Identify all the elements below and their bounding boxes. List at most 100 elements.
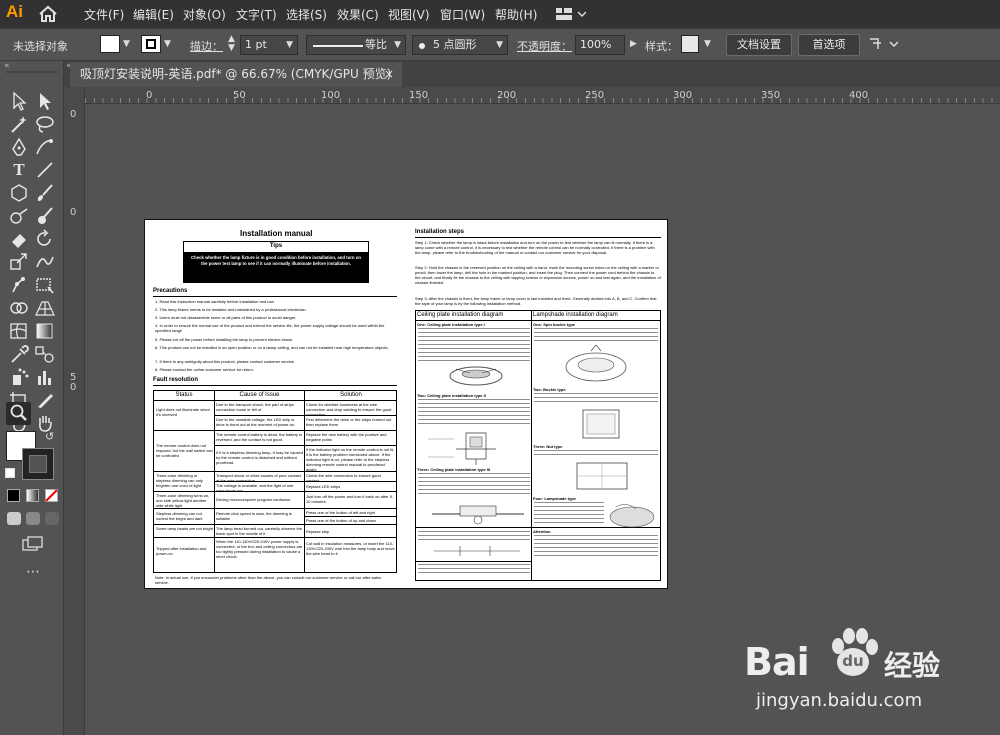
- artboard[interactable]: Installation manual Tips Check whether t…: [144, 219, 668, 589]
- opacity-field[interactable]: 100%: [575, 35, 625, 55]
- step-text: Step 2: Hold the chassis in the reserved…: [415, 265, 661, 285]
- close-tab-icon[interactable]: ×: [384, 62, 394, 87]
- line-segment-tool-icon[interactable]: [34, 160, 56, 180]
- eraser-tool-icon[interactable]: [8, 229, 30, 249]
- stroke-weight-field[interactable]: 1 pt ▼: [240, 35, 298, 55]
- watermark-bai: Bai: [744, 640, 810, 684]
- opacity-label[interactable]: 不透明度：: [517, 38, 572, 54]
- rotate-tool-icon[interactable]: [34, 229, 56, 249]
- watermark-jingyan: 经验: [884, 649, 941, 682]
- divider: [153, 296, 397, 297]
- lampshade-subtitle: One: Spin buckle type: [533, 322, 576, 327]
- fault-table: Status Cause of Issue Solution Light doe…: [153, 390, 397, 573]
- menu-effect[interactable]: 效果(C): [337, 6, 379, 23]
- symbol-sprayer-tool-icon[interactable]: [8, 367, 30, 387]
- lampshade-diagram-image: [561, 406, 641, 444]
- brush-definition[interactable]: 5 点圆形 ▼: [412, 35, 508, 55]
- style-swatch[interactable]: [681, 35, 699, 53]
- menu-window[interactable]: 窗口(W): [440, 6, 485, 23]
- document-setup-button[interactable]: 文档设置: [726, 34, 792, 56]
- fault-cell: Replace the new battery with the positiv…: [306, 432, 387, 442]
- free-transform-tool-icon[interactable]: [34, 275, 56, 295]
- lampshade-subtitle: Three: Nut type: [533, 444, 563, 449]
- v-ruler-label: 0: [70, 207, 77, 218]
- scale-tool-icon[interactable]: [8, 252, 30, 272]
- more-tools-icon[interactable]: ⋯: [26, 564, 41, 580]
- chevron-down-icon[interactable]: ▼: [164, 39, 171, 49]
- warp-tool-icon[interactable]: [34, 252, 56, 272]
- curvature-tool-icon[interactable]: [34, 137, 56, 157]
- tips-text: Check whether the lamp fixture is in goo…: [191, 255, 361, 266]
- panel-grip[interactable]: [6, 71, 58, 73]
- menu-edit[interactable]: 编辑(E): [133, 6, 174, 23]
- collapse-panel-icon[interactable]: «: [4, 61, 10, 71]
- variable-width-profile[interactable]: 等比 ▼: [306, 35, 406, 55]
- stroke-swatch[interactable]: [141, 35, 161, 53]
- gradient-mode-icon[interactable]: [26, 489, 39, 502]
- default-colors-icon[interactable]: [5, 468, 15, 478]
- paintbrush-tool-icon[interactable]: [34, 183, 56, 203]
- puppet-warp-tool-icon[interactable]: [8, 275, 30, 295]
- swap-colors-icon[interactable]: ↺: [45, 430, 54, 443]
- menu-type[interactable]: 文字(T): [236, 6, 277, 23]
- tips-box: Tips Check whether the lamp fixture is i…: [183, 241, 369, 283]
- body-text-block: [418, 531, 530, 543]
- slice-tool-icon[interactable]: [34, 390, 56, 410]
- stepper-icon[interactable]: ▲ ▼: [228, 35, 235, 53]
- menu-object[interactable]: 对象(O): [183, 6, 226, 23]
- workspace-switcher-icon[interactable]: [556, 7, 587, 24]
- magic-wand-tool-icon[interactable]: [8, 114, 30, 134]
- tools-panel: « T ↺ ⋯: [0, 61, 64, 735]
- tips-title: Tips: [269, 243, 283, 249]
- eyedropper-tool-icon[interactable]: [8, 344, 30, 364]
- lasso-tool-icon[interactable]: [34, 114, 56, 134]
- shaper-tool-icon[interactable]: [8, 206, 30, 226]
- stroke-label[interactable]: 描边：: [190, 38, 223, 54]
- fault-cell: Stepless dimming can not control the bri…: [156, 511, 203, 521]
- step-text: Step 1: Check whether the lamp is intact…: [415, 240, 655, 255]
- chevron-down-icon[interactable]: ▼: [123, 39, 130, 49]
- fill-swatch[interactable]: [100, 35, 120, 53]
- body-text-block: [418, 328, 530, 364]
- vertical-ruler[interactable]: 0 0 5 0: [64, 87, 85, 735]
- screen-mode-icon[interactable]: [22, 536, 44, 556]
- pen-tool-icon[interactable]: [8, 137, 30, 157]
- zoom-tool-icon[interactable]: [8, 403, 30, 423]
- fault-header: Solution: [340, 392, 362, 398]
- mesh-tool-icon[interactable]: [8, 321, 30, 341]
- ceiling-diagram-image: [426, 429, 526, 467]
- draw-behind-icon[interactable]: [26, 512, 40, 525]
- preferences-button[interactable]: 首选项: [798, 34, 860, 56]
- column-graph-tool-icon[interactable]: [34, 367, 56, 387]
- menu-view[interactable]: 视图(V): [388, 6, 430, 23]
- color-mode-icon[interactable]: [7, 489, 20, 502]
- chevron-right-icon[interactable]: ▶: [630, 39, 637, 49]
- shape-builder-tool-icon[interactable]: [8, 298, 30, 318]
- horizontal-ruler[interactable]: 0 50 100 150 200 250 300 350 400: [85, 87, 1000, 104]
- chevron-down-icon[interactable]: ▼: [704, 39, 711, 49]
- gradient-tool-icon[interactable]: [34, 321, 56, 341]
- blob-brush-tool-icon[interactable]: [34, 206, 56, 226]
- menu-file[interactable]: 文件(F): [84, 6, 124, 23]
- draw-inside-icon[interactable]: [45, 512, 59, 525]
- home-icon[interactable]: [38, 5, 58, 23]
- lampshade-diagram-image: [551, 344, 641, 385]
- type-tool-icon[interactable]: T: [8, 160, 30, 180]
- polygon-tool-icon[interactable]: [8, 183, 30, 203]
- menu-help[interactable]: 帮助(H): [495, 6, 537, 23]
- selection-status: 未选择对象: [13, 40, 68, 53]
- selection-tool-icon[interactable]: [8, 91, 30, 111]
- document-tab[interactable]: 吸顶灯安装说明-英语.pdf* @ 66.67% (CMYK/GPU 预览) ×: [70, 62, 402, 87]
- direct-selection-tool-icon[interactable]: [34, 91, 56, 111]
- perspective-grid-tool-icon[interactable]: [34, 298, 56, 318]
- blend-tool-icon[interactable]: [34, 344, 56, 364]
- lampshade-title: Lampshade installation diagram: [533, 312, 618, 318]
- menu-select[interactable]: 选择(S): [286, 6, 327, 23]
- wiring-diagram-image: [430, 544, 526, 558]
- stroke-color-box[interactable]: [22, 448, 54, 480]
- body-text-block: [534, 328, 658, 344]
- none-mode-icon[interactable]: [45, 489, 58, 502]
- draw-normal-icon[interactable]: [7, 512, 21, 525]
- arrange-documents-icon[interactable]: [868, 37, 899, 54]
- precaution-item: 1. Read this instruction manual carefull…: [155, 299, 275, 304]
